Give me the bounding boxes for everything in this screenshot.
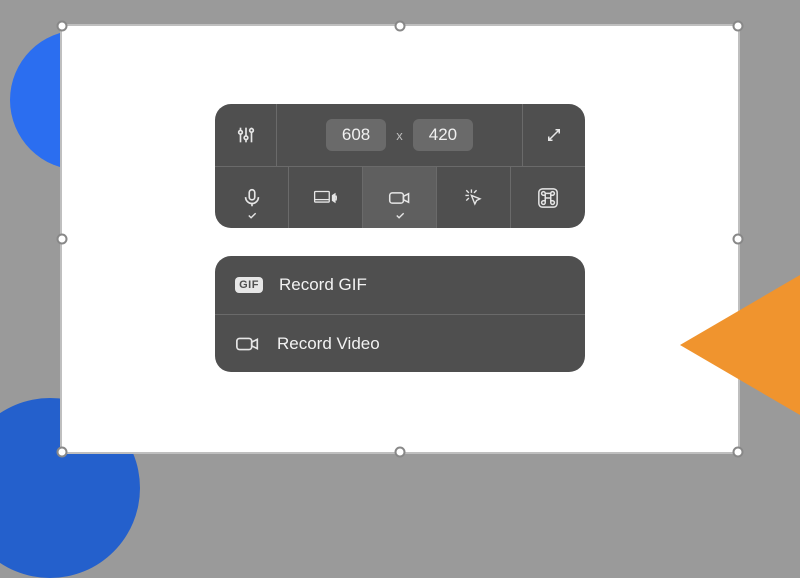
resize-handle-bottom-right[interactable] xyxy=(733,447,744,458)
record-video-button[interactable]: Record Video xyxy=(215,314,585,372)
system-audio-toggle[interactable] xyxy=(289,167,363,228)
camera-toggle[interactable] xyxy=(363,167,437,228)
resize-handle-top[interactable] xyxy=(395,21,406,32)
keyboard-shortcuts-button[interactable] xyxy=(511,167,585,228)
record-gif-button[interactable]: GIF Record GIF xyxy=(215,256,585,314)
check-icon xyxy=(394,210,405,224)
decorative-triangle xyxy=(680,275,800,415)
fullscreen-button[interactable] xyxy=(523,104,585,166)
sliders-icon xyxy=(235,124,257,146)
selection-region[interactable] xyxy=(60,24,740,454)
dimensions-group: 608 x 420 xyxy=(277,104,523,166)
width-input[interactable]: 608 xyxy=(326,119,386,151)
settings-panel: 608 x 420 xyxy=(215,104,585,228)
video-icon xyxy=(235,334,261,354)
record-video-label: Record Video xyxy=(277,334,380,354)
command-icon xyxy=(537,187,559,209)
height-input[interactable]: 420 xyxy=(413,119,473,151)
settings-button[interactable] xyxy=(215,104,277,166)
record-gif-label: Record GIF xyxy=(279,275,367,295)
cursor-click-icon xyxy=(462,186,486,210)
record-panel: GIF Record GIF Record Video xyxy=(215,256,585,372)
resize-handle-right[interactable] xyxy=(733,234,744,245)
resize-handle-bottom[interactable] xyxy=(395,447,406,458)
resize-handle-bottom-left[interactable] xyxy=(57,447,68,458)
resize-handle-top-left[interactable] xyxy=(57,21,68,32)
gif-icon: GIF xyxy=(235,277,263,293)
check-icon xyxy=(246,210,257,224)
camera-icon xyxy=(388,188,412,208)
dimension-separator: x xyxy=(396,128,403,143)
expand-icon xyxy=(545,126,563,144)
resize-handle-left[interactable] xyxy=(57,234,68,245)
resize-handle-top-right[interactable] xyxy=(733,21,744,32)
microphone-icon xyxy=(241,187,263,209)
system-audio-icon xyxy=(313,188,339,208)
show-clicks-toggle[interactable] xyxy=(437,167,511,228)
microphone-toggle[interactable] xyxy=(215,167,289,228)
